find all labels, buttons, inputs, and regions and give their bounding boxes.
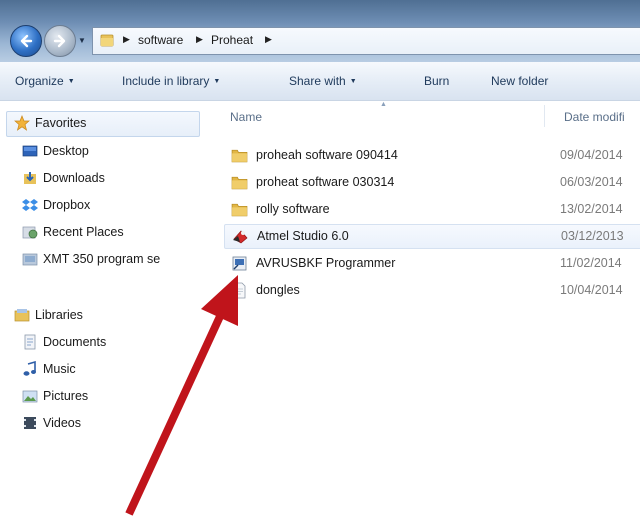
music-icon [23,361,36,376]
breadcrumb-software[interactable]: software [138,33,183,47]
downloads-folder-icon [24,172,36,184]
back-arrow-icon [20,34,33,48]
sort-indicator-icon: ▲ [380,101,387,108]
file-row[interactable]: rolly software 13/02/2014 [224,198,640,221]
file-row[interactable]: AVRUSBKF Programmer 11/02/2014 [224,252,640,275]
file-name: proheah software 090414 [256,148,398,162]
command-bar: Organize ▼ Include in library ▼ Share with… [0,62,640,101]
new-folder-button[interactable]: New folder [491,74,548,88]
atmel-studio-icon [233,230,248,244]
pictures-icon [22,390,38,403]
text-file-icon [233,282,246,299]
file-date: 10/04/2014 [560,283,623,297]
file-list-pane: ▲ Name Date modifi proheah software 0904… [206,101,640,438]
back-button[interactable] [10,25,42,57]
breadcrumb-separator[interactable]: ▶ [196,34,203,45]
desktop-icon [22,145,38,157]
star-icon [14,115,30,131]
organize-menu[interactable]: Organize ▼ [15,74,75,88]
column-header-date-modified[interactable]: Date modifi [564,110,625,124]
dropbox-icon [22,199,38,211]
file-name: Atmel Studio 6.0 [257,229,349,243]
documents-icon [24,334,36,350]
forward-button[interactable] [44,25,76,57]
file-row-selected[interactable]: Atmel Studio 6.0 03/12/2013 [224,224,640,249]
file-date: 11/02/2014 [560,256,622,270]
burn-button[interactable]: Burn [424,74,449,88]
file-name: AVRUSBKF Programmer [256,256,396,270]
file-row[interactable]: proheah software 090414 09/04/2014 [224,144,640,167]
recent-places-icon [22,226,38,239]
folder-icon [231,176,248,190]
file-date: 09/04/2014 [560,148,623,162]
navigation-pane: Favorites Desktop Downloads Dropbox Rece… [0,101,205,438]
programmer-shortcut-icon [232,256,247,271]
column-divider[interactable] [544,105,545,127]
include-in-library-menu[interactable]: Include in library ▼ [122,74,220,88]
explorer-window: ▼ ▶ software ▶ Proheat ▶ Organize ▼ Inclu… [0,0,640,438]
breadcrumb-separator[interactable]: ▶ [123,34,130,45]
breadcrumb-separator[interactable]: ▶ [265,34,272,45]
recent-pages-dropdown[interactable]: ▼ [78,36,87,45]
folder-icon [231,149,248,163]
videos-icon [24,417,36,429]
breadcrumb-proheat[interactable]: Proheat [211,33,253,47]
file-name: dongles [256,283,300,297]
file-name: rolly software [256,202,330,216]
file-name: proheat software 030314 [256,175,395,189]
share-with-menu[interactable]: Share with ▼ [289,74,357,88]
file-date: 13/02/2014 [560,202,623,216]
file-row[interactable]: proheat software 030314 06/03/2014 [224,171,640,194]
title-bar: ▼ ▶ software ▶ Proheat ▶ [0,0,640,62]
file-date: 06/03/2014 [560,175,623,189]
column-header-name[interactable]: Name [230,110,262,124]
address-bar[interactable]: ▶ software ▶ Proheat ▶ [92,27,640,55]
libraries-icon [14,309,30,322]
file-row[interactable]: dongles 10/04/2014 [224,279,640,302]
folder-icon [231,203,248,217]
file-date: 03/12/2013 [561,229,624,243]
shortcut-folder-icon [22,253,38,266]
folder-icon [100,34,114,47]
forward-arrow-icon [53,34,66,48]
